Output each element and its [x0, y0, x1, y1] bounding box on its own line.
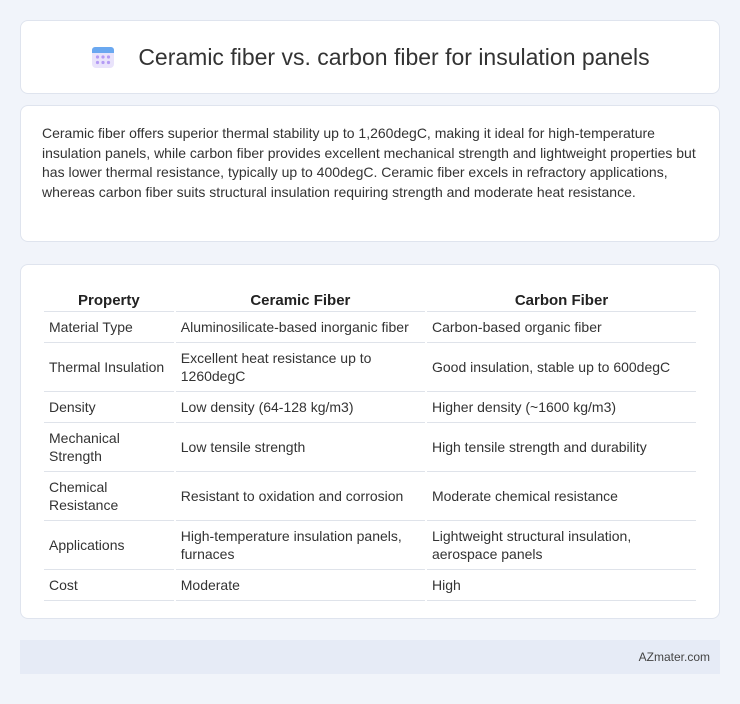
carbon-cell: Good insulation, stable up to 600degC [426, 343, 696, 392]
summary-text: Ceramic fiber offers superior thermal st… [42, 125, 696, 200]
carbon-cell: Lightweight structural insulation, aeros… [426, 521, 696, 570]
ceramic-cell: Moderate [175, 570, 425, 601]
ceramic-cell: Low density (64-128 kg/m3) [175, 392, 425, 423]
ceramic-cell: Excellent heat resistance up to 1260degC [175, 343, 425, 392]
property-cell: Thermal Insulation [44, 343, 174, 392]
header-property: Property [44, 285, 174, 312]
property-cell: Applications [44, 521, 174, 570]
property-cell: Chemical Resistance [44, 472, 174, 521]
header-carbon-fiber: Carbon Fiber [426, 285, 696, 312]
ceramic-cell: Resistant to oxidation and corrosion [175, 472, 425, 521]
property-cell: Cost [44, 570, 174, 601]
table-row: Mechanical Strength Low tensile strength… [44, 423, 696, 472]
carbon-cell: Higher density (~1600 kg/m3) [426, 392, 696, 423]
comparison-table-card: Property Ceramic Fiber Carbon Fiber Mate… [20, 264, 720, 619]
calendar-icon [90, 44, 116, 70]
table-row: Thermal Insulation Excellent heat resist… [44, 343, 696, 392]
carbon-cell: Moderate chemical resistance [426, 472, 696, 521]
ceramic-cell: High-temperature insulation panels, furn… [175, 521, 425, 570]
table-header-row: Property Ceramic Fiber Carbon Fiber [44, 285, 696, 312]
title-card: Ceramic fiber vs. carbon fiber for insul… [20, 20, 720, 94]
carbon-cell: Carbon-based organic fiber [426, 312, 696, 343]
table-row: Applications High-temperature insulation… [44, 521, 696, 570]
page-title: Ceramic fiber vs. carbon fiber for insul… [138, 43, 650, 70]
carbon-cell: High [426, 570, 696, 601]
property-cell: Mechanical Strength [44, 423, 174, 472]
footer-brand[interactable]: AZmater.com [639, 650, 710, 664]
header-ceramic-fiber: Ceramic Fiber [175, 285, 425, 312]
ceramic-cell: Low tensile strength [175, 423, 425, 472]
summary-card: Ceramic fiber offers superior thermal st… [20, 105, 720, 242]
ceramic-cell: Aluminosilicate-based inorganic fiber [175, 312, 425, 343]
carbon-cell: High tensile strength and durability [426, 423, 696, 472]
property-cell: Density [44, 392, 174, 423]
table-row: Density Low density (64-128 kg/m3) Highe… [44, 392, 696, 423]
table-row: Cost Moderate High [44, 570, 696, 601]
property-cell: Material Type [44, 312, 174, 343]
table-row: Chemical Resistance Resistant to oxidati… [44, 472, 696, 521]
table-row: Material Type Aluminosilicate-based inor… [44, 312, 696, 343]
comparison-table: Property Ceramic Fiber Carbon Fiber Mate… [42, 285, 698, 601]
footer: AZmater.com [20, 640, 720, 674]
